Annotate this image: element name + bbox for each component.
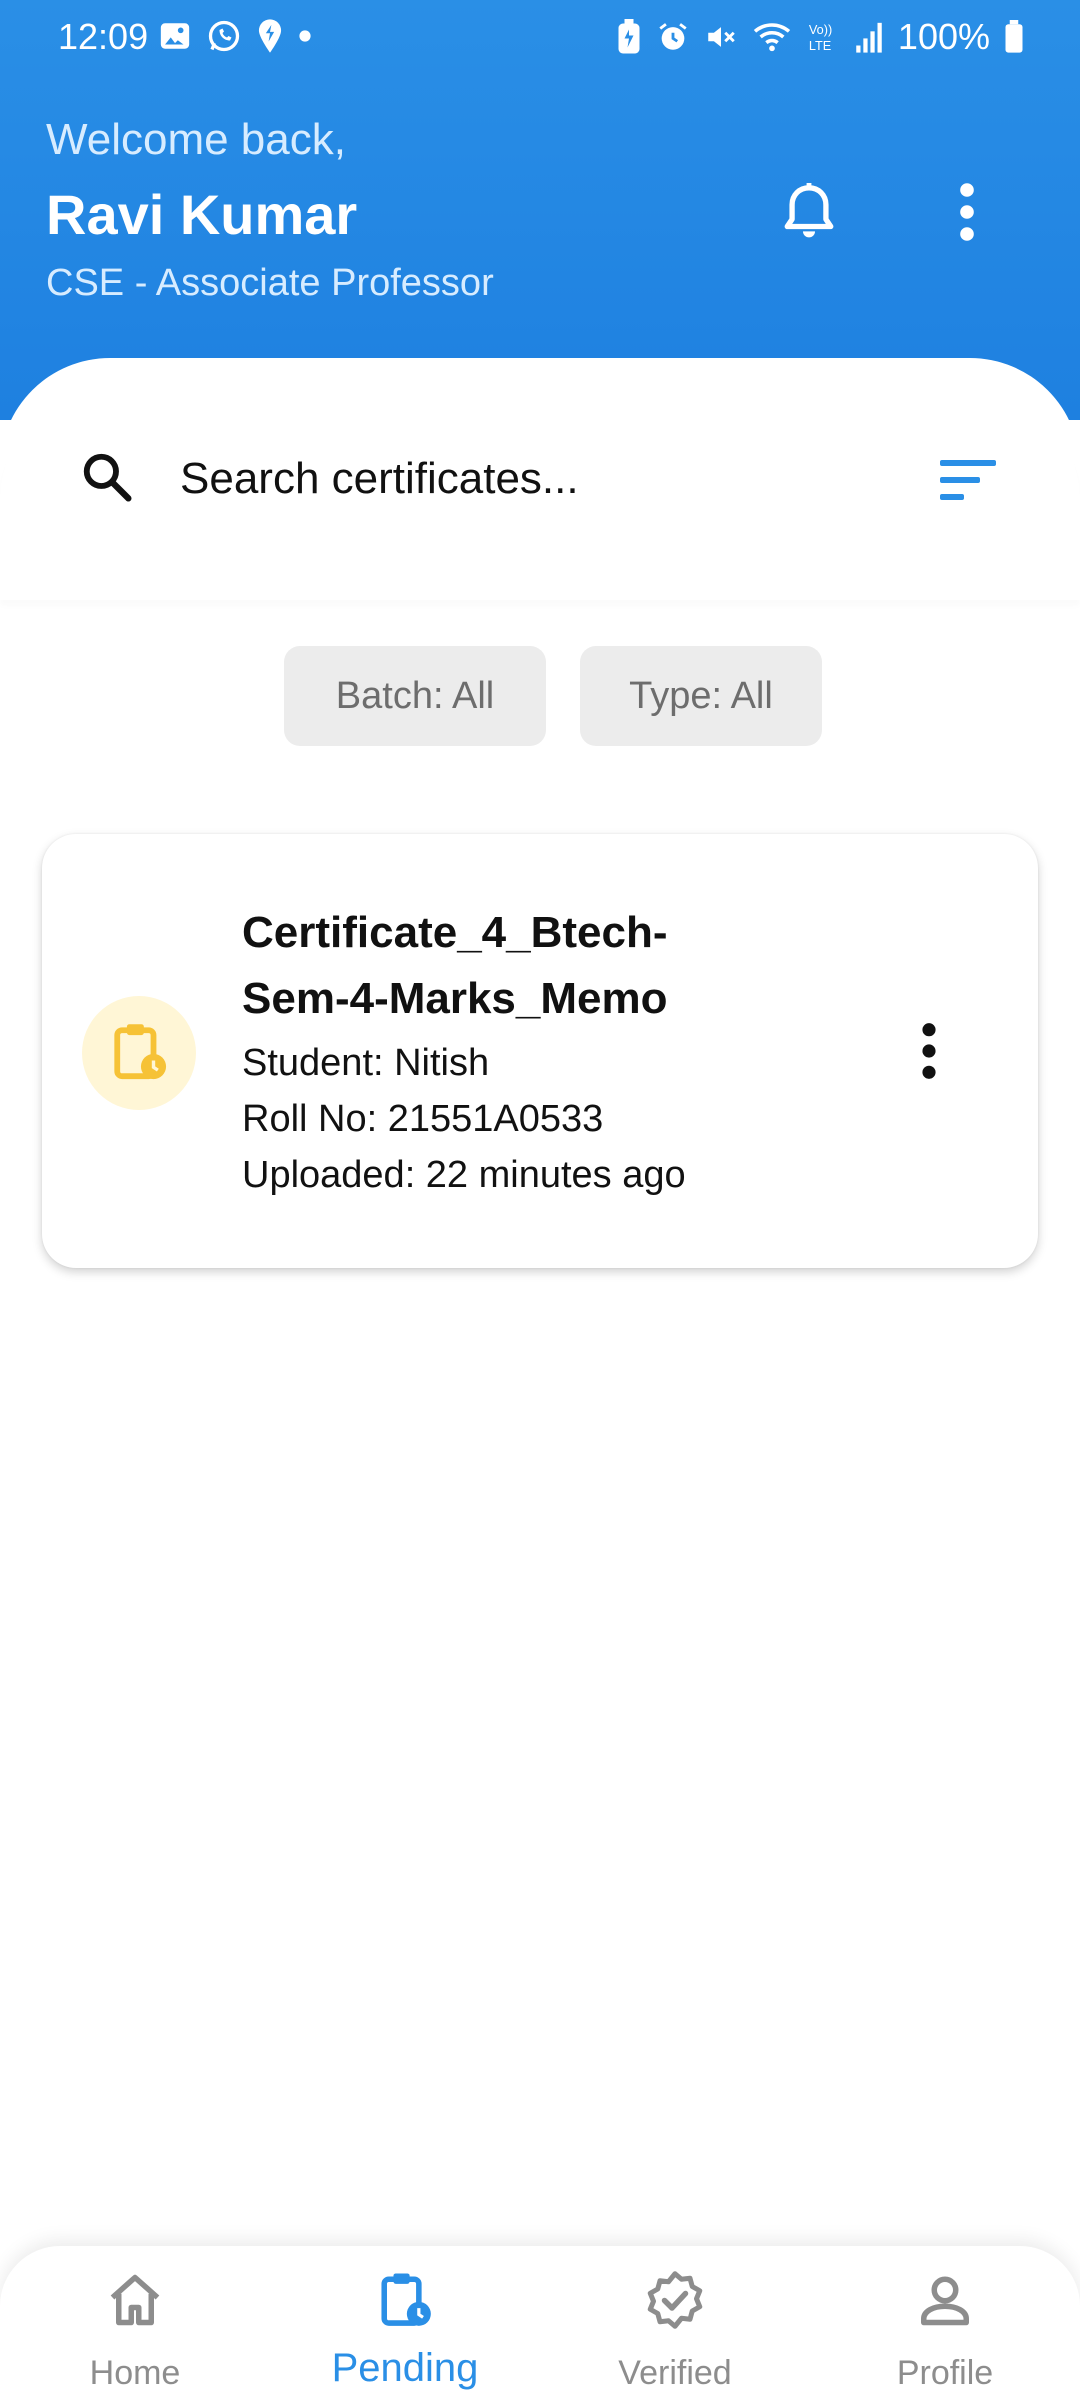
welcome-text: Welcome back, bbox=[46, 115, 346, 164]
alarm-icon bbox=[659, 23, 687, 50]
status-time: 12:09 bbox=[58, 16, 149, 57]
mute-icon bbox=[708, 27, 735, 47]
battery-icon bbox=[1005, 20, 1023, 53]
wifi-icon bbox=[753, 23, 791, 52]
status-bar: 12:09 Vo)) LTE 100% bbox=[0, 0, 1080, 72]
certificate-title: Certificate_4_Btech-Sem-4-Marks_Memo bbox=[242, 908, 668, 1023]
battery-saver-icon bbox=[618, 19, 640, 54]
nav-verified-label: Verified bbox=[618, 2354, 732, 2392]
nav-profile[interactable]: Profile bbox=[810, 2246, 1080, 2408]
svg-text:LTE: LTE bbox=[809, 38, 831, 53]
type-filter-chip[interactable]: Type: All bbox=[580, 646, 822, 746]
more-options-icon[interactable] bbox=[950, 182, 984, 242]
home-icon bbox=[110, 2274, 160, 2326]
person-icon bbox=[921, 2276, 969, 2326]
search-icon bbox=[83, 453, 132, 502]
whatsapp-icon bbox=[208, 20, 240, 52]
card-more-options-icon[interactable] bbox=[914, 1022, 944, 1080]
nav-home[interactable]: Home bbox=[0, 2246, 270, 2408]
bottom-navigation: Home Pending Verified Profile bbox=[0, 2246, 1080, 2408]
volte-icon: Vo))LTE bbox=[809, 22, 832, 53]
batch-filter-chip[interactable]: Batch: All bbox=[284, 646, 546, 746]
certificate-card[interactable]: Certificate_4_Btech-Sem-4-Marks_Memo Stu… bbox=[42, 834, 1038, 1268]
user-name: Ravi Kumar bbox=[46, 183, 358, 246]
nav-profile-label: Profile bbox=[896, 2354, 994, 2392]
verified-badge-icon bbox=[647, 2271, 703, 2329]
battery-percent: 100% bbox=[897, 16, 990, 57]
nav-verified[interactable]: Verified bbox=[540, 2246, 810, 2408]
nav-home-label: Home bbox=[89, 2354, 181, 2392]
notifications-bell-icon[interactable] bbox=[780, 180, 838, 244]
signal-icon bbox=[856, 22, 882, 53]
nav-pending[interactable]: Pending bbox=[270, 2246, 540, 2408]
search-input[interactable] bbox=[178, 448, 882, 510]
status-right-icons: Vo)) LTE 100% bbox=[616, 16, 1024, 58]
app-notification-icon bbox=[258, 19, 282, 53]
sort-filter-icon[interactable] bbox=[940, 458, 996, 502]
certificate-uploaded: Uploaded: 22 minutes ago bbox=[242, 1154, 686, 1196]
certificate-student: Student: Nitish bbox=[242, 1042, 490, 1084]
nav-pending-label: Pending bbox=[331, 2346, 479, 2390]
pending-clipboard-icon bbox=[114, 1024, 167, 1080]
certificate-roll-no: Roll No: 21551A0533 bbox=[242, 1098, 604, 1140]
filter-chips: Batch: All Type: All bbox=[0, 646, 1080, 746]
card-status-avatar bbox=[82, 996, 196, 1110]
status-left-icons bbox=[158, 18, 312, 54]
pending-clipboard-icon bbox=[381, 2273, 431, 2326]
gallery-icon bbox=[160, 23, 190, 49]
user-role: CSE - Associate Professor bbox=[46, 262, 494, 304]
svg-text:Vo)): Vo)) bbox=[809, 22, 832, 37]
dot-icon bbox=[299, 30, 311, 42]
